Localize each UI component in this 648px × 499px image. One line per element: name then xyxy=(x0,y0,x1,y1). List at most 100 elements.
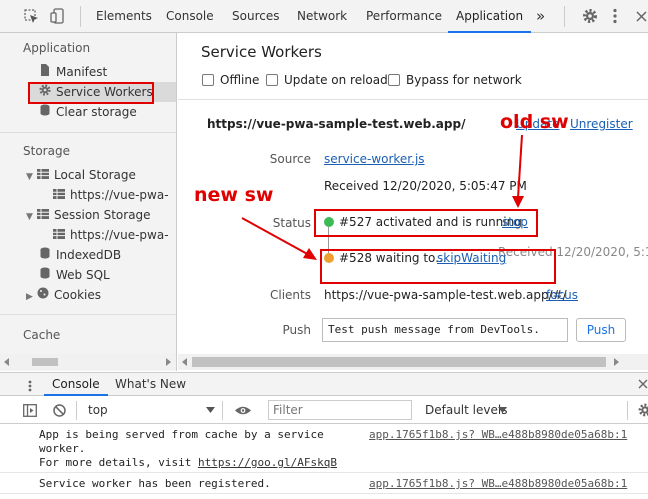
message-line: App is being served from cache by a serv… xyxy=(39,428,324,441)
highlight-service-workers-box xyxy=(28,82,154,104)
scroll-right-arrow-icon[interactable] xyxy=(164,358,172,366)
received-timestamp-active: Received 12/20/2020, 5:05:47 PM xyxy=(324,179,527,193)
devtools-tabbar: Elements Console Sources Network Perform… xyxy=(0,0,648,33)
tab-application[interactable]: Application xyxy=(448,0,532,33)
push-label: Push xyxy=(282,323,312,337)
message-line-prefix: For more details, visit xyxy=(39,456,198,469)
push-button[interactable]: Push xyxy=(576,318,626,342)
sidebar-item-websql[interactable]: Web SQL xyxy=(38,265,110,285)
tab-sources[interactable]: Sources xyxy=(232,0,279,33)
collapsed-triangle-icon[interactable]: ▶ xyxy=(26,287,36,307)
sidebar-section-storage: Storage xyxy=(23,144,70,158)
clients-url: https://vue-pwa-sample-test.web.app/#/ xyxy=(324,288,567,302)
grid-table-icon xyxy=(52,226,66,246)
page-title: Service Workers xyxy=(201,43,322,61)
source-link[interactable]: service-worker.js xyxy=(324,152,425,166)
section-divider xyxy=(178,99,648,100)
offline-checkbox[interactable]: Offline xyxy=(202,73,259,87)
settings-gear-icon[interactable] xyxy=(582,8,598,24)
toolbar-separator xyxy=(627,401,628,420)
sidebar-item-label: IndexedDB xyxy=(56,248,122,262)
show-sidebar-icon[interactable] xyxy=(23,404,37,417)
expanded-triangle-icon[interactable]: ▼ xyxy=(26,167,36,187)
sidebar-item-local-storage[interactable]: ▼ Local Storage xyxy=(26,165,136,185)
database-icon xyxy=(38,246,52,266)
sidebar-item-session-storage-origin[interactable]: https://vue-pwa- xyxy=(52,225,169,245)
more-options-kebab-icon[interactable] xyxy=(612,8,618,24)
clients-label: Clients xyxy=(270,288,311,302)
annotation-old-sw: old sw xyxy=(500,111,569,133)
bypass-for-network-checkbox[interactable]: Bypass for network xyxy=(388,73,522,87)
scroll-left-arrow-icon[interactable] xyxy=(181,358,189,366)
scroll-left-arrow-icon[interactable] xyxy=(3,358,11,366)
close-drawer-icon[interactable] xyxy=(638,379,648,390)
log-levels-dropdown[interactable]: Default levels xyxy=(425,403,507,417)
drawer-tab-whats-new[interactable]: What's New xyxy=(115,373,186,396)
details-link[interactable]: https://goo.gl/AFskqB xyxy=(198,456,337,469)
tab-console[interactable]: Console xyxy=(166,0,214,33)
sidebar-item-manifest[interactable]: Manifest xyxy=(38,62,107,82)
scrollbar-thumb[interactable] xyxy=(32,358,58,366)
main-horizontal-scrollbar[interactable] xyxy=(178,354,648,370)
document-icon xyxy=(38,63,52,83)
inspect-element-icon[interactable] xyxy=(24,9,40,25)
console-filter-input[interactable]: Filter xyxy=(268,400,412,420)
sidebar-divider xyxy=(0,314,176,315)
tab-separator xyxy=(564,6,565,27)
tab-separator xyxy=(80,6,81,27)
tab-performance[interactable]: Performance xyxy=(366,0,442,33)
unregister-link[interactable]: Unregister xyxy=(570,117,633,131)
update-on-reload-checkbox[interactable]: Update on reload xyxy=(266,73,388,87)
scroll-right-arrow-icon[interactable] xyxy=(612,358,620,366)
sidebar-item-session-storage[interactable]: ▼ Session Storage xyxy=(26,205,151,225)
sidebar-item-clear-storage[interactable]: Clear storage xyxy=(38,102,137,122)
sidebar-item-local-storage-origin[interactable]: https://vue-pwa- xyxy=(52,185,169,205)
checkbox-label: Update on reload xyxy=(284,73,388,87)
message-text: Service worker has been registered. xyxy=(39,477,271,490)
message-source-link[interactable]: app.1765f1b8.js? WB…e488b8980de05a68b:1 xyxy=(369,428,627,442)
sidebar-item-label: Web SQL xyxy=(56,268,110,282)
clear-console-icon[interactable] xyxy=(53,404,66,417)
sidebar-horizontal-scrollbar[interactable] xyxy=(0,354,176,370)
grid-table-icon xyxy=(36,166,50,186)
sidebar-item-cookies[interactable]: ▶ Cookies xyxy=(26,285,101,305)
sidebar-item-label: Cookies xyxy=(54,288,101,302)
push-message-input[interactable]: Test push message from DevTools. xyxy=(322,318,568,342)
database-icon xyxy=(38,266,52,286)
console-toolbar: top Filter Default levels xyxy=(0,397,648,424)
checkbox-box[interactable] xyxy=(202,74,214,86)
live-expression-eye-icon[interactable] xyxy=(234,405,252,416)
drawer-tabbar: Console What's New xyxy=(0,372,648,396)
message-source-link[interactable]: app.1765f1b8.js? WB…e488b8980de05a68b:1 xyxy=(369,477,627,491)
sw-origin: https://vue-pwa-sample-test.web.app/ xyxy=(207,117,466,131)
toolbar-separator xyxy=(76,401,77,420)
database-icon xyxy=(38,103,52,123)
grid-table-icon xyxy=(36,206,50,226)
checkbox-box[interactable] xyxy=(388,74,400,86)
sidebar-item-indexeddb[interactable]: IndexedDB xyxy=(38,245,121,265)
checkbox-box[interactable] xyxy=(266,74,278,86)
context-dropdown-arrow-icon[interactable] xyxy=(206,407,215,414)
device-toolbar-icon[interactable] xyxy=(50,8,66,25)
drawer-menu-kebab-icon[interactable] xyxy=(27,380,33,392)
levels-dropdown-arrow-icon[interactable] xyxy=(498,407,507,414)
highlight-old-sw-box xyxy=(314,209,538,237)
sidebar-item-label: https://vue-pwa- xyxy=(70,188,169,202)
source-label: Source xyxy=(269,152,311,166)
focus-link[interactable]: focus xyxy=(546,288,578,302)
console-settings-gear-icon[interactable] xyxy=(638,403,648,417)
expanded-triangle-icon[interactable]: ▼ xyxy=(26,207,36,227)
annotation-new-sw: new sw xyxy=(194,184,274,206)
more-tabs-button[interactable]: » xyxy=(536,0,545,33)
sidebar-item-label: Local Storage xyxy=(54,168,136,182)
scrollbar-thumb[interactable] xyxy=(192,357,606,367)
tab-network[interactable]: Network xyxy=(297,0,347,33)
close-devtools-icon[interactable] xyxy=(635,10,648,23)
sidebar-divider xyxy=(0,132,176,133)
sidebar-item-label: Clear storage xyxy=(56,105,137,119)
drawer-tab-console[interactable]: Console xyxy=(44,373,108,396)
tab-elements[interactable]: Elements xyxy=(96,0,152,33)
context-selector[interactable]: top xyxy=(88,403,108,417)
sidebar-item-label: Session Storage xyxy=(54,208,151,222)
message-line: For more details, visit https://goo.gl/A… xyxy=(39,456,337,470)
